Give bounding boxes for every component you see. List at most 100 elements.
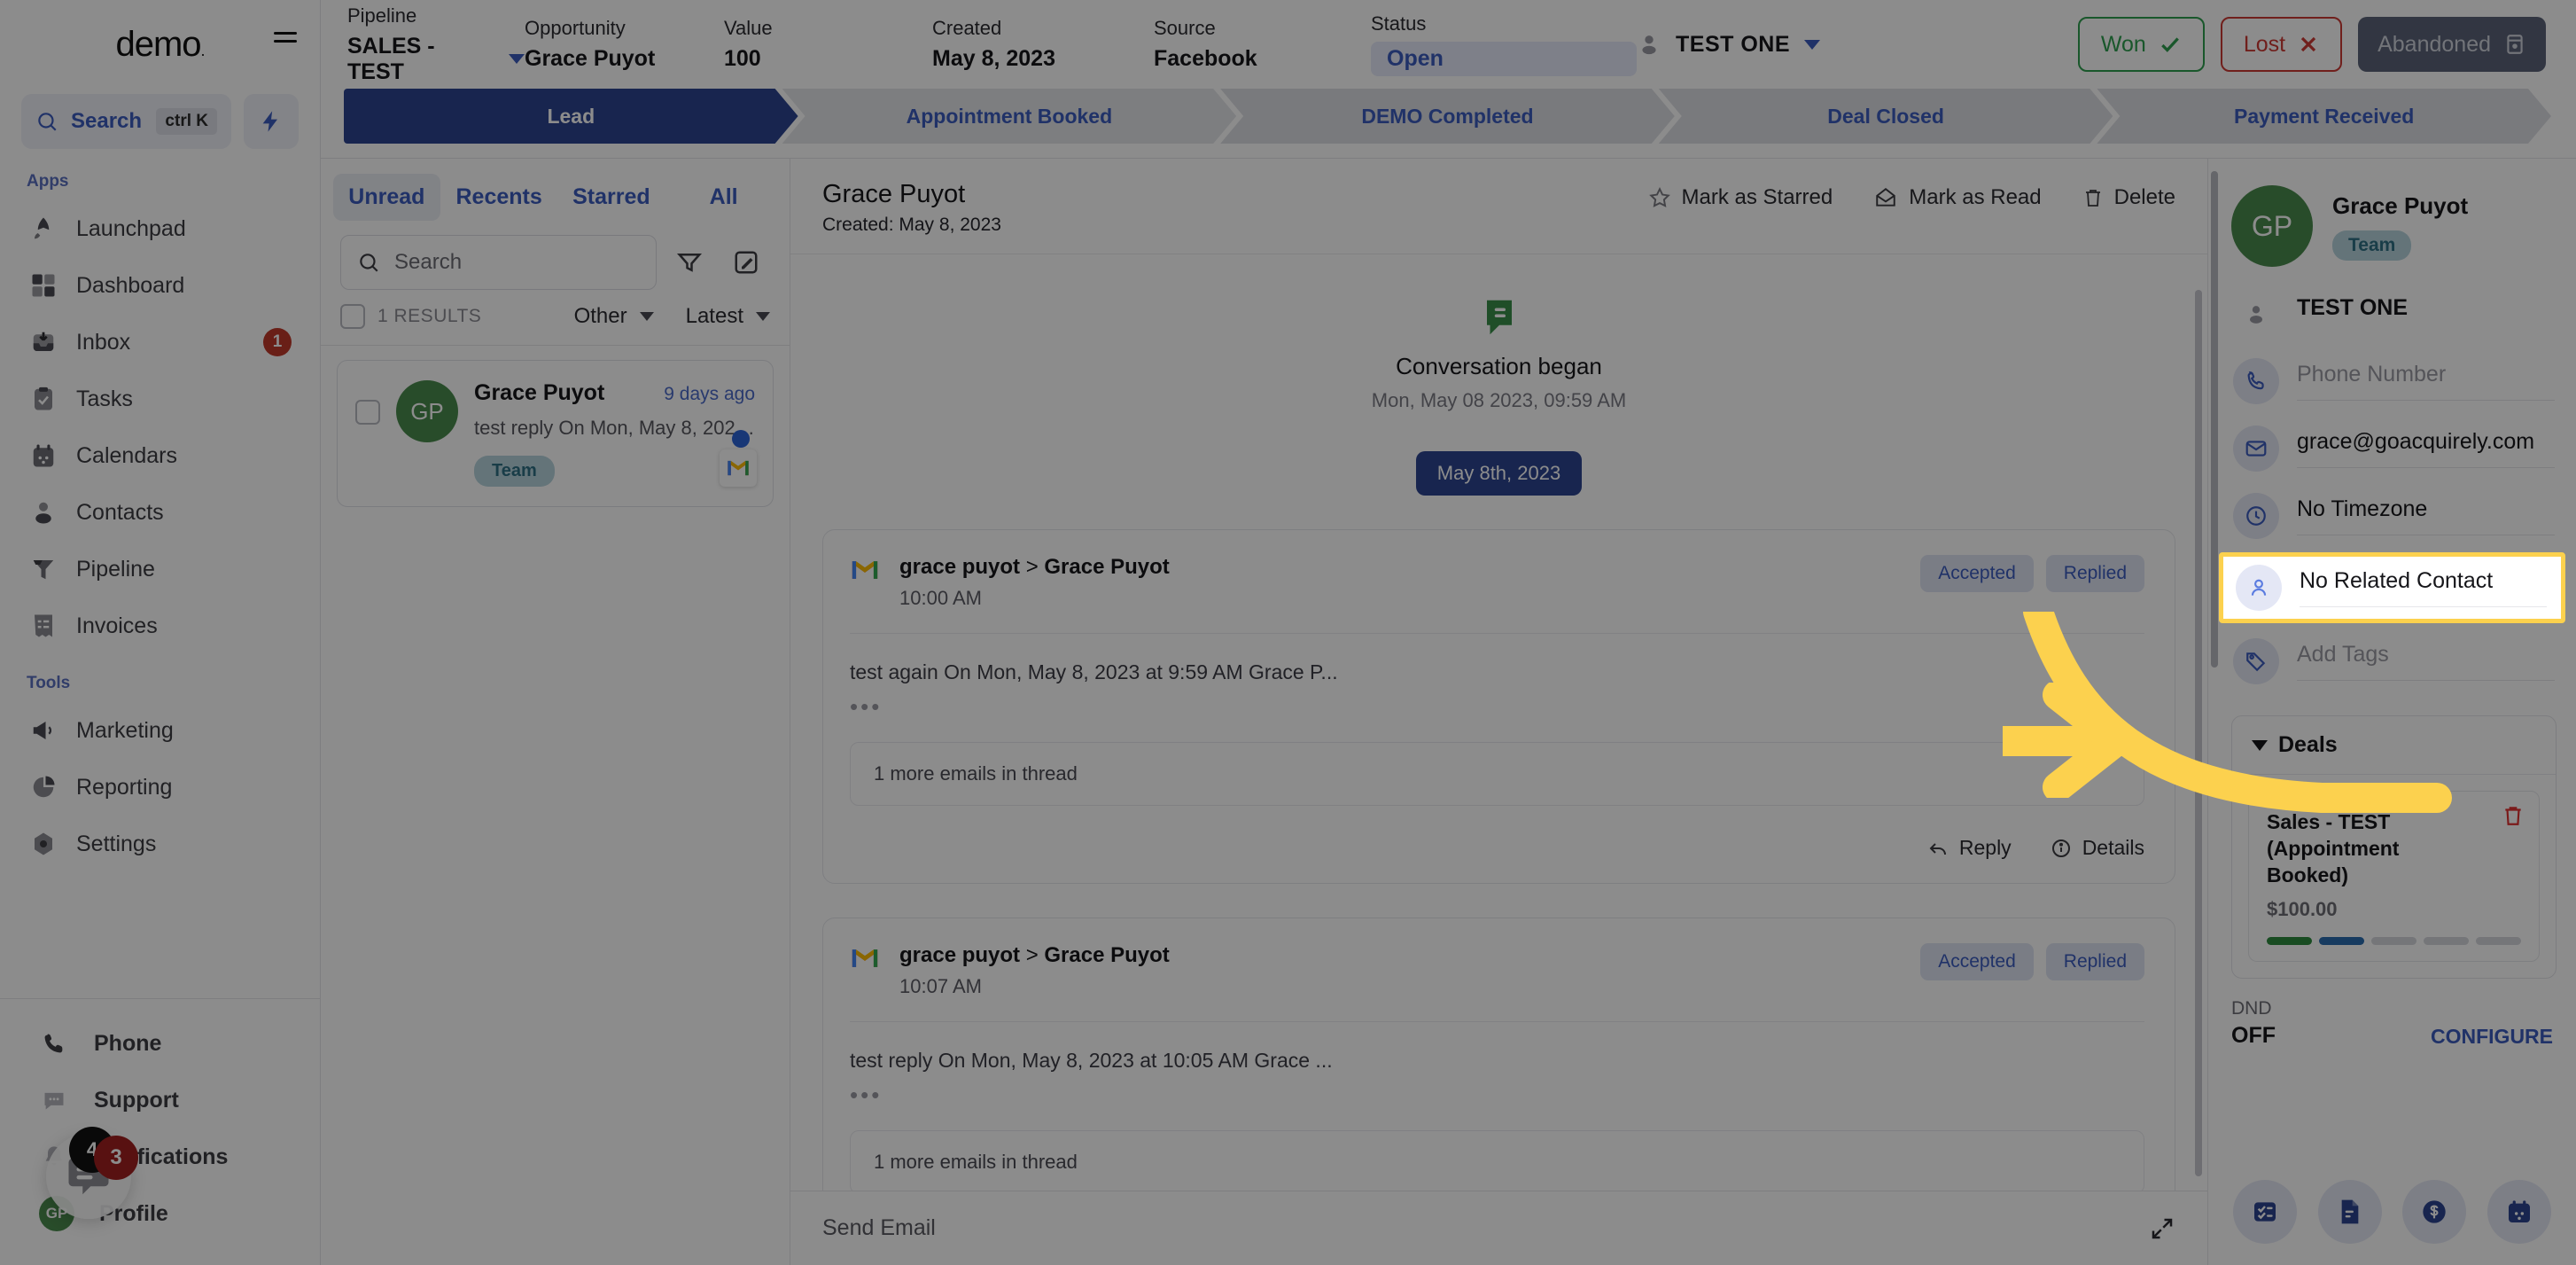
stage-lead[interactable]: Lead bbox=[344, 89, 798, 144]
stage-demo-completed[interactable]: DEMO Completed bbox=[1220, 89, 1675, 144]
contact-phone-row[interactable]: Phone Number bbox=[2208, 343, 2576, 410]
sidebar-item-label: Tasks bbox=[76, 386, 133, 411]
contact-panel: GP Grace Puyot Team TEST ONE Phone Numbe… bbox=[2208, 159, 2576, 1265]
abandoned-button[interactable]: Abandoned bbox=[2358, 17, 2546, 72]
sidebar-item-contacts[interactable]: Contacts bbox=[16, 484, 304, 541]
delete-label: Delete bbox=[2113, 185, 2175, 209]
person-icon bbox=[28, 497, 58, 527]
expand-icon[interactable] bbox=[2149, 1215, 2175, 1242]
reply-button[interactable]: Reply bbox=[1927, 836, 2012, 860]
thread-scrollbar[interactable] bbox=[2195, 290, 2202, 1176]
sidebar-item-invoices[interactable]: Invoices bbox=[16, 597, 304, 654]
deals-section: Deals Sales - TEST (Appointment Booked) … bbox=[2231, 715, 2557, 979]
sidebar-item-label: Marketing bbox=[76, 717, 174, 743]
sort-dropdown[interactable]: Latest bbox=[686, 304, 770, 329]
date-separator: May 8th, 2023 bbox=[1415, 451, 1583, 496]
sidebar-item-support[interactable]: Support bbox=[16, 1072, 304, 1128]
contact-tags-row[interactable]: Add Tags bbox=[2208, 623, 2576, 691]
sidebar-item-inbox[interactable]: Inbox 1 bbox=[16, 314, 304, 371]
deals-title: Deals bbox=[2278, 732, 2338, 757]
add-task-button[interactable] bbox=[2232, 1180, 2297, 1244]
expand-body-ellipsis[interactable]: ••• bbox=[850, 693, 2144, 721]
won-button[interactable]: Won bbox=[2077, 17, 2205, 72]
sidebar-item-dashboard[interactable]: Dashboard bbox=[16, 257, 304, 314]
tags-input[interactable]: Add Tags bbox=[2297, 642, 2555, 681]
conversation-began-title: Conversation began bbox=[1396, 353, 1602, 379]
filter-type-dropdown[interactable]: Other bbox=[574, 304, 654, 329]
list-item[interactable]: GP Grace Puyot 9 days ago test reply On … bbox=[337, 360, 774, 507]
header-created: Created May 8, 2023 bbox=[932, 17, 1154, 72]
details-button[interactable]: Details bbox=[2051, 836, 2144, 860]
compose-bar: Send Email bbox=[790, 1191, 2207, 1265]
phone-input[interactable]: Phone Number bbox=[2297, 362, 2555, 401]
dollar-icon bbox=[2423, 1200, 2447, 1223]
tab-recents[interactable]: Recents bbox=[446, 174, 553, 221]
quick-actions-button[interactable] bbox=[244, 94, 299, 149]
configure-button[interactable]: CONFIGURE bbox=[2431, 1025, 2553, 1049]
email-to: Grace Puyot bbox=[1044, 943, 1170, 967]
conversation-search-input[interactable]: Search bbox=[340, 235, 657, 290]
contact-scrollbar[interactable] bbox=[2211, 171, 2218, 668]
add-payment-button[interactable] bbox=[2402, 1180, 2467, 1244]
calendar-icon bbox=[2509, 1200, 2531, 1222]
compose-input[interactable]: Send Email bbox=[822, 1215, 2149, 1241]
stage-payment-received[interactable]: Payment Received bbox=[2097, 89, 2551, 144]
email-input[interactable]: grace@goacquirely.com bbox=[2297, 429, 2555, 468]
email-participants: grace puyot > Grace Puyot bbox=[899, 943, 1170, 968]
stage-label: DEMO Completed bbox=[1361, 104, 1534, 128]
add-document-button[interactable] bbox=[2317, 1180, 2382, 1244]
deal-progress-segment bbox=[2267, 936, 2312, 945]
email-body: test reply On Mon, May 8, 2023 at 10:05 … bbox=[850, 1049, 1333, 1072]
sidebar-collapse-icon[interactable] bbox=[274, 32, 300, 53]
stage-appointment-booked[interactable]: Appointment Booked bbox=[782, 89, 1237, 144]
tab-unread[interactable]: Unread bbox=[333, 173, 440, 221]
select-all-checkbox[interactable] bbox=[340, 304, 365, 329]
contact-timezone-row[interactable]: No Timezone bbox=[2208, 478, 2576, 545]
contact-email-row[interactable]: grace@goacquirely.com bbox=[2208, 410, 2576, 478]
sidebar-item-reporting[interactable]: Reporting bbox=[16, 759, 304, 816]
tab-all[interactable]: All bbox=[670, 174, 777, 221]
delete-button[interactable]: Delete bbox=[2082, 185, 2175, 210]
sidebar-nav-apps: Launchpad Dashboard Inbox 1 Tasks Calend… bbox=[0, 200, 320, 654]
thread-more-emails[interactable]: 1 more emails in thread bbox=[850, 1130, 2144, 1191]
sidebar-item-settings[interactable]: Settings bbox=[16, 816, 304, 872]
expand-body-ellipsis[interactable]: ••• bbox=[850, 1081, 2144, 1109]
conversation-checkbox[interactable] bbox=[355, 400, 380, 425]
conversation-meta-row: 1 RESULTS Other Latest bbox=[321, 304, 790, 346]
add-appointment-button[interactable] bbox=[2487, 1180, 2552, 1244]
compose-button[interactable] bbox=[722, 238, 770, 286]
sidebar-item-pipeline[interactable]: Pipeline bbox=[16, 541, 304, 597]
related-contact-value[interactable]: No Related Contact bbox=[2300, 568, 2547, 607]
owner-name: TEST ONE bbox=[1676, 31, 1791, 57]
sidebar-item-calendars[interactable]: Calendars bbox=[16, 427, 304, 484]
support-chat-widget[interactable]: 4 3 bbox=[46, 1127, 138, 1219]
lost-button[interactable]: Lost bbox=[2220, 17, 2343, 72]
stage-deal-closed[interactable]: Deal Closed bbox=[1659, 89, 2113, 144]
sidebar-item-phone[interactable]: Phone bbox=[16, 1015, 304, 1072]
phone-icon bbox=[39, 1028, 69, 1058]
owner-selector[interactable]: TEST ONE bbox=[1637, 31, 1821, 58]
thread-more-emails[interactable]: 1 more emails in thread bbox=[850, 742, 2144, 806]
filter-icon bbox=[676, 254, 703, 272]
deals-header[interactable]: Deals bbox=[2232, 716, 2556, 775]
header-value-amount: 100 bbox=[724, 46, 761, 71]
header-value: Value 100 bbox=[724, 17, 932, 72]
sidebar-item-tasks[interactable]: Tasks bbox=[16, 371, 304, 427]
deal-card[interactable]: Sales - TEST (Appointment Booked) $100.0… bbox=[2248, 791, 2540, 962]
pipeline-selector[interactable]: SALES - TEST bbox=[347, 34, 525, 85]
contact-owner-row[interactable]: TEST ONE bbox=[2208, 276, 2576, 343]
email-message-card: grace puyot > Grace Puyot 10:07 AM Accep… bbox=[822, 918, 2175, 1191]
global-search-input[interactable]: Search ctrl K bbox=[21, 94, 231, 149]
mark-as-read-button[interactable]: Mark as Read bbox=[1873, 185, 2042, 210]
trash-icon[interactable] bbox=[2502, 804, 2525, 827]
filter-button[interactable] bbox=[665, 238, 713, 286]
timezone-value[interactable]: No Timezone bbox=[2297, 496, 2555, 535]
contact-related-row[interactable]: No Related Contact bbox=[2223, 557, 2561, 619]
info-icon bbox=[2051, 839, 2070, 857]
sidebar-item-launchpad[interactable]: Launchpad bbox=[16, 200, 304, 257]
sidebar-item-marketing[interactable]: Marketing bbox=[16, 702, 304, 759]
mark-as-starred-button[interactable]: Mark as Starred bbox=[1648, 185, 1833, 210]
tab-starred[interactable]: Starred bbox=[558, 174, 665, 221]
contact-header: GP Grace Puyot Team bbox=[2208, 159, 2576, 276]
inbox-icon bbox=[28, 327, 58, 357]
